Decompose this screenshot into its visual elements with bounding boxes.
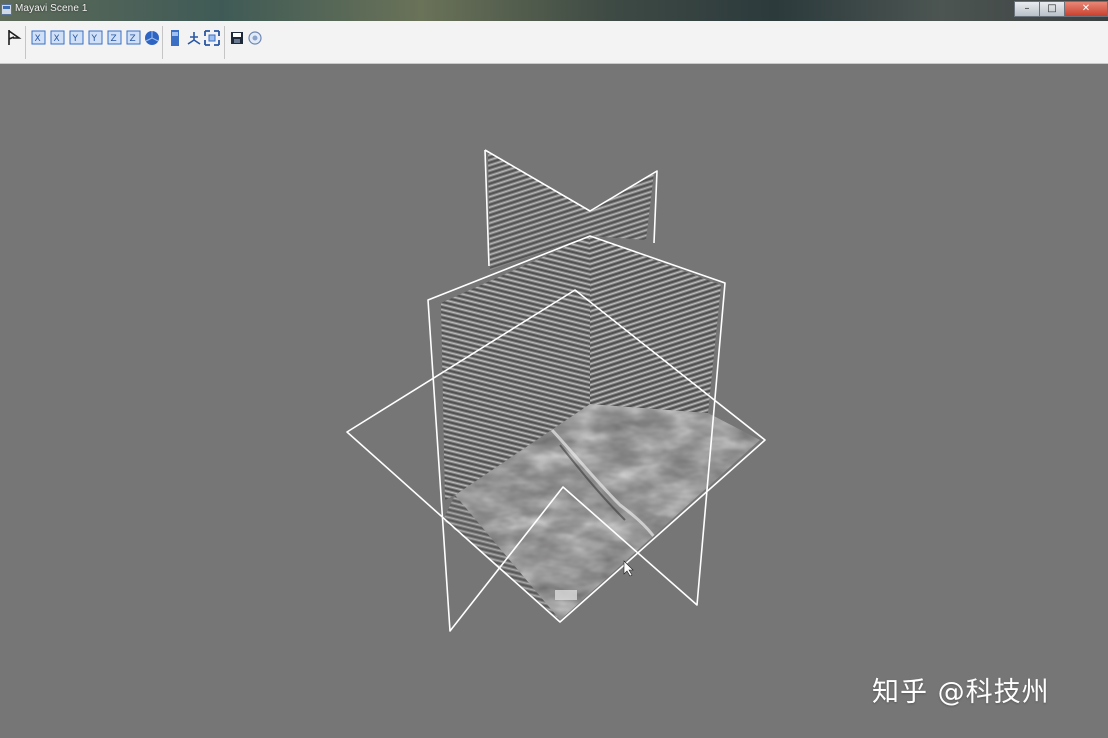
svg-text:Y: Y: [91, 34, 98, 44]
seismic-volume-render: [346, 149, 766, 632]
view-z-minus-button[interactable]: Z: [125, 29, 142, 46]
scene-viewport[interactable]: [0, 64, 1108, 738]
scene-toolbar: X X Y Y Z Z: [0, 21, 1108, 64]
pick-button[interactable]: [6, 29, 23, 46]
pick-icon: [7, 29, 22, 46]
app-icon: [1, 4, 12, 15]
window-controls: – □ ✕: [1014, 0, 1108, 18]
view-z-plus-icon: Z: [107, 30, 122, 45]
view-x-plus-button[interactable]: X: [30, 29, 47, 46]
toolbar-separator: [162, 26, 163, 59]
window-title: Mayavi Scene 1: [15, 3, 88, 14]
show-axes-button[interactable]: [185, 29, 202, 46]
toolbar-separator: [25, 26, 26, 59]
window-title-bar[interactable]: Mayavi Scene 1 – □ ✕: [0, 0, 1108, 21]
svg-text:Y: Y: [72, 34, 79, 44]
maximize-button[interactable]: □: [1039, 1, 1065, 17]
view-z-plus-button[interactable]: Z: [106, 29, 123, 46]
mouse-cursor-icon: [623, 560, 634, 577]
full-screen-icon: [203, 29, 220, 46]
view-y-minus-icon: Y: [88, 30, 103, 45]
save-icon: [230, 31, 244, 45]
parallel-projection-icon: [169, 29, 181, 47]
save-button[interactable]: [228, 29, 245, 46]
isometric-view-button[interactable]: [143, 29, 160, 46]
svg-text:X: X: [54, 34, 60, 44]
close-button[interactable]: ✕: [1064, 1, 1108, 17]
settings-button[interactable]: [246, 29, 263, 46]
view-y-plus-button[interactable]: Y: [68, 29, 85, 46]
svg-text:Z: Z: [111, 34, 117, 44]
view-x-minus-button[interactable]: X: [49, 29, 66, 46]
full-screen-button[interactable]: [203, 29, 220, 46]
toolbar-separator: [224, 26, 225, 59]
view-z-minus-icon: Z: [126, 30, 141, 45]
svg-text:Z: Z: [130, 34, 136, 44]
isometric-view-icon: [144, 30, 160, 46]
view-y-plus-icon: Y: [69, 30, 84, 45]
view-x-minus-icon: X: [50, 30, 65, 45]
view-y-minus-button[interactable]: Y: [87, 29, 104, 46]
watermark: 知乎 @科技州: [872, 677, 1050, 708]
parallel-projection-button[interactable]: [166, 29, 183, 46]
show-axes-icon: [186, 30, 202, 46]
settings-icon: [247, 30, 263, 46]
minimize-button[interactable]: –: [1014, 1, 1040, 17]
view-x-plus-icon: X: [31, 30, 46, 45]
svg-text:X: X: [35, 34, 41, 44]
